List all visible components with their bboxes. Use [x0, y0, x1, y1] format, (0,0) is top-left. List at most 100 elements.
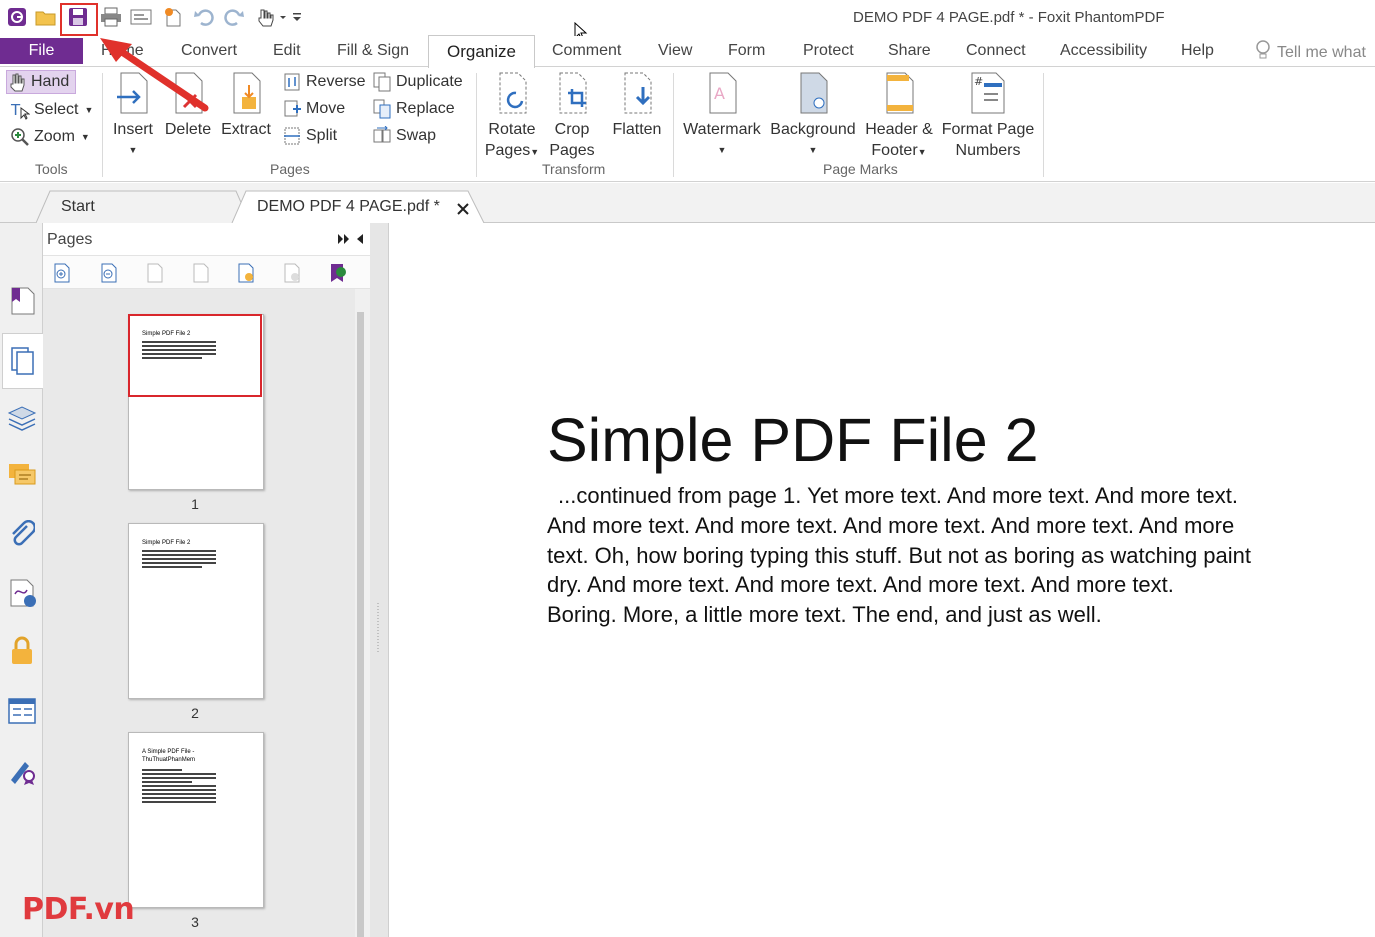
chevron-down-icon: ▼ — [917, 147, 927, 157]
rotate-pages-button[interactable]: Rotate Pages▼ — [483, 71, 541, 163]
move-button[interactable]: Move — [282, 97, 345, 121]
bookmarks-icon[interactable] — [6, 285, 38, 317]
watermark-logo: PDF.vn — [22, 892, 135, 927]
extract-button[interactable]: Extract — [218, 71, 274, 140]
header-footer-button[interactable]: Header & Footer▼ — [861, 71, 937, 163]
thumbnail-title-line2: ThuThuatPhanMem — [142, 757, 196, 763]
pages-panel-icon[interactable] — [2, 333, 43, 389]
pages-panel-title: Pages — [47, 231, 93, 248]
chevron-down-icon: ▼ — [717, 145, 727, 155]
tell-me-label: Tell me what — [1277, 44, 1366, 61]
tab-form[interactable]: Form — [728, 42, 765, 60]
thumbnail-title: Simple PDF File 2 — [142, 540, 191, 546]
group-label-transform: Transform — [542, 161, 606, 177]
window-title: DEMO PDF 4 PAGE.pdf * - Foxit PhantomPDF — [853, 9, 1165, 26]
crop-label-line2: Pages — [549, 142, 595, 159]
tab-protect[interactable]: Protect — [803, 42, 854, 60]
zoom-out-page-icon[interactable] — [98, 262, 120, 284]
document-body: ...continued from page 1. Yet more text.… — [547, 481, 1358, 630]
reverse-label: Reverse — [306, 73, 366, 90]
scrollbar-thumb[interactable] — [357, 312, 364, 937]
move-icon — [282, 99, 302, 119]
group-separator — [673, 73, 674, 177]
customize-icon[interactable] — [290, 5, 304, 29]
tab-edit[interactable]: Edit — [273, 42, 301, 60]
insert-page-small-icon[interactable] — [235, 262, 257, 284]
tab-share[interactable]: Share — [888, 42, 931, 60]
zoom-icon — [10, 127, 30, 147]
redo-icon[interactable] — [222, 5, 246, 29]
header-label-line2: Footer — [871, 142, 918, 159]
chevron-down-icon: ▼ — [128, 145, 138, 155]
page-thumbnail-2[interactable]: Simple PDF File 2 — [128, 523, 264, 699]
svg-text:#: # — [974, 75, 983, 88]
duplicate-label: Duplicate — [396, 73, 463, 90]
group-separator — [1043, 73, 1044, 177]
tab-fill-sign[interactable]: Fill & Sign — [337, 42, 409, 60]
attachments-icon[interactable] — [6, 519, 38, 551]
tab-comment[interactable]: Comment — [552, 42, 621, 60]
split-button[interactable]: Split — [282, 124, 337, 148]
reverse-button[interactable]: Reverse — [282, 70, 366, 94]
split-label: Split — [306, 127, 338, 144]
page-number-1: 1 — [191, 496, 199, 512]
split-icon — [282, 126, 302, 146]
flatten-button[interactable]: Flatten — [608, 71, 666, 140]
watermark-label: Watermark — [683, 121, 761, 138]
watermark-icon: A — [702, 71, 742, 115]
document-view[interactable]: Simple PDF File 2 ...continued from page… — [389, 223, 1375, 937]
signatures-icon[interactable] — [6, 577, 38, 609]
swap-icon — [372, 126, 392, 146]
expand-panel-icon[interactable] — [337, 233, 351, 245]
page-thumbnail-viewport[interactable] — [128, 314, 262, 397]
reverse-icon — [282, 72, 302, 92]
collapse-panel-icon[interactable] — [356, 233, 364, 245]
rotate-page-icon — [492, 71, 532, 115]
thumbnail-scrollbar[interactable] — [355, 289, 370, 937]
tab-accessibility[interactable]: Accessibility — [1060, 42, 1147, 60]
zoom-tool-button[interactable]: Zoom ▼ — [10, 125, 90, 149]
content-icon[interactable] — [6, 695, 38, 727]
flatten-label: Flatten — [612, 121, 662, 138]
format-page-numbers-button[interactable]: # Format Page Numbers — [940, 71, 1036, 161]
tab-connect[interactable]: Connect — [966, 42, 1026, 60]
svg-text:A: A — [714, 84, 725, 103]
lock-icon[interactable] — [6, 635, 38, 667]
zoom-in-page-icon[interactable] — [51, 262, 73, 284]
tab-help[interactable]: Help — [1181, 42, 1214, 60]
crop-pages-button[interactable]: Crop Pages — [547, 71, 597, 161]
document-line: dry. And more text. And more text. And m… — [547, 572, 1174, 598]
tab-current-document[interactable]: DEMO PDF 4 PAGE.pdf * — [257, 191, 440, 223]
crop-label-line1: Crop — [554, 121, 590, 138]
page-thumbnail-3[interactable]: A Simple PDF File - ThuThuatPhanMem — [128, 732, 264, 908]
document-tab-bar: Start DEMO PDF 4 PAGE.pdf * — [0, 183, 1375, 223]
certificate-icon[interactable] — [6, 755, 38, 787]
format-label-line2: Numbers — [955, 142, 1021, 159]
hand-select-icon[interactable] — [254, 5, 294, 29]
swap-button[interactable]: Swap — [372, 124, 436, 148]
swap-label: Swap — [396, 127, 437, 144]
tell-me-search[interactable]: Tell me what — [1255, 40, 1366, 62]
tab-organize[interactable]: Organize — [428, 35, 535, 68]
page-properties-icon[interactable] — [327, 262, 349, 284]
group-label-tools: Tools — [35, 161, 68, 177]
thumbnail-text-lines — [142, 769, 216, 805]
splitter-grip-icon — [377, 603, 379, 653]
watermark-button[interactable]: A Watermark ▼ — [680, 71, 764, 161]
duplicate-button[interactable]: Duplicate — [372, 70, 463, 94]
format-label-line1: Format Page — [941, 121, 1035, 138]
replace-button[interactable]: Replace — [372, 97, 455, 121]
extract-label: Extract — [221, 121, 271, 138]
rotate-left-page-icon — [144, 262, 166, 284]
tab-start[interactable]: Start — [61, 191, 95, 223]
flatten-icon — [617, 71, 657, 115]
page-thumbnail-list: Simple PDF File 2 1 Simple PDF File 2 2 … — [43, 289, 370, 937]
background-button[interactable]: Background ▼ — [768, 71, 858, 161]
comments-icon[interactable] — [6, 459, 38, 491]
pages-panel-toolbar — [43, 255, 370, 289]
tab-view[interactable]: View — [658, 42, 692, 60]
close-tab-button[interactable] — [457, 193, 469, 225]
panel-splitter[interactable] — [370, 223, 389, 937]
layers-icon[interactable] — [6, 401, 38, 433]
background-icon — [793, 71, 833, 115]
